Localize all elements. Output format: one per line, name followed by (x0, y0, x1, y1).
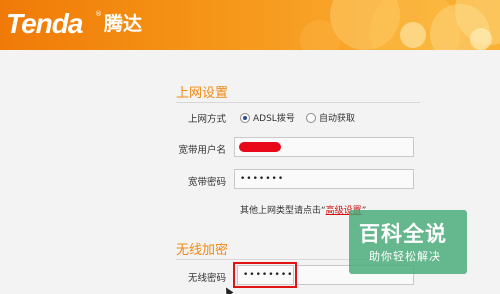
hint-prefix: 其他上网类型请点击“ (240, 206, 326, 216)
section-divider (176, 102, 420, 103)
watermark-subtitle: 助你轻松解决 (369, 250, 441, 263)
broadband-password-field[interactable]: ••••••• (234, 169, 414, 189)
brand-logo: Tenda (6, 8, 83, 39)
method-label: 上网方式 (187, 114, 226, 125)
advanced-hint: 其他上网类型请点击“高级设置” (240, 203, 366, 216)
radio-adsl[interactable] (240, 113, 250, 123)
watermark-badge: 百科全说 助你轻松解决 (349, 210, 467, 274)
radio-adsl-label[interactable]: ADSL拨号 (253, 111, 295, 124)
internet-section-title: 上网设置 (176, 86, 229, 101)
decor-bubble (400, 22, 426, 48)
highlight-box (233, 262, 297, 288)
radio-auto-label[interactable]: 自动获取 (319, 111, 355, 124)
header-banner: Tenda ® 腾达 (0, 0, 500, 50)
redaction-mark (239, 142, 281, 152)
mouse-cursor-icon (222, 285, 234, 294)
radio-auto[interactable] (306, 113, 316, 123)
brand-cn-name: 腾达 (104, 13, 143, 35)
watermark-title: 百科全说 (359, 222, 447, 246)
registered-mark: ® (95, 10, 102, 18)
decor-bubble (470, 28, 492, 50)
password-label: 宽带密码 (187, 177, 226, 188)
username-field[interactable] (234, 137, 414, 157)
wireless-section-title: 无线加密 (176, 243, 229, 258)
username-label: 宽带用户名 (178, 145, 226, 156)
wireless-password-label: 无线密码 (187, 273, 226, 284)
